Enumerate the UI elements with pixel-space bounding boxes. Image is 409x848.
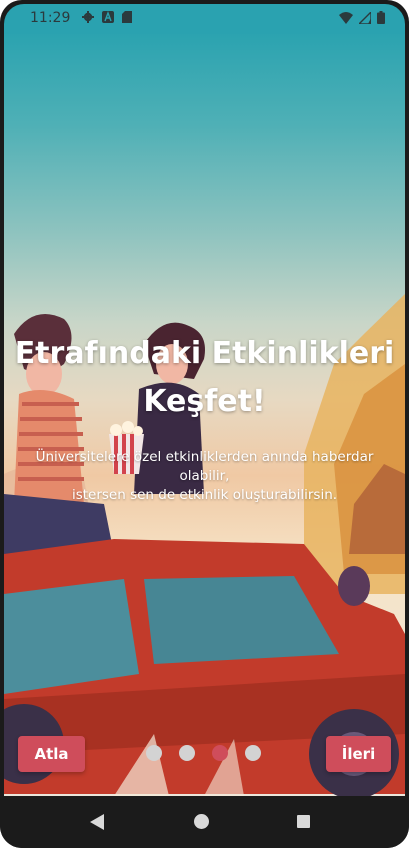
title-line-2: Keşfet! — [143, 384, 266, 419]
wifi-icon — [339, 11, 353, 24]
a-badge-icon — [102, 11, 114, 23]
battery-icon — [377, 11, 385, 24]
status-time: 11:29 — [30, 10, 71, 26]
subtitle-line-1: Üniversitelere özel etkinliklerden anınd… — [35, 449, 374, 465]
status-icons-right — [339, 11, 385, 24]
status-bar: 11:29 — [4, 4, 405, 34]
next-button[interactable]: İleri — [326, 736, 391, 772]
onboarding-title: Etrafındaki Etkinlikleri Keşfet! — [4, 330, 405, 426]
gear-icon — [82, 11, 94, 23]
system-nav-bar — [0, 796, 409, 848]
page-dot-3-active[interactable] — [212, 745, 228, 761]
onboarding-screen: Etrafındaki Etkinlikleri Keşfet! Ünivers… — [4, 34, 405, 796]
onboarding-controls: Atla İleri — [4, 736, 405, 774]
subtitle-line-3: istersen sen de etkinlik oluşturabilirsi… — [71, 487, 338, 503]
home-icon[interactable] — [194, 814, 209, 829]
phone-frame: 11:29 Etrafındaki Etkinlikleri Keşfet! Ü… — [0, 0, 409, 848]
page-dot-1[interactable] — [146, 745, 162, 761]
onboarding-subtitle: Üniversitelere özel etkinliklerden anınd… — [22, 448, 387, 505]
title-line-1: Etrafındaki Etkinlikleri — [14, 336, 395, 371]
page-dot-4[interactable] — [245, 745, 261, 761]
page-indicator — [146, 745, 261, 761]
skip-button[interactable]: Atla — [18, 736, 85, 772]
sd-card-icon — [122, 11, 132, 23]
page-dot-2[interactable] — [179, 745, 195, 761]
status-icons-left — [82, 11, 132, 23]
recents-icon[interactable] — [297, 815, 310, 828]
back-icon[interactable] — [90, 814, 104, 830]
signal-icon — [359, 11, 371, 24]
subtitle-line-2: olabilir, — [179, 468, 230, 484]
